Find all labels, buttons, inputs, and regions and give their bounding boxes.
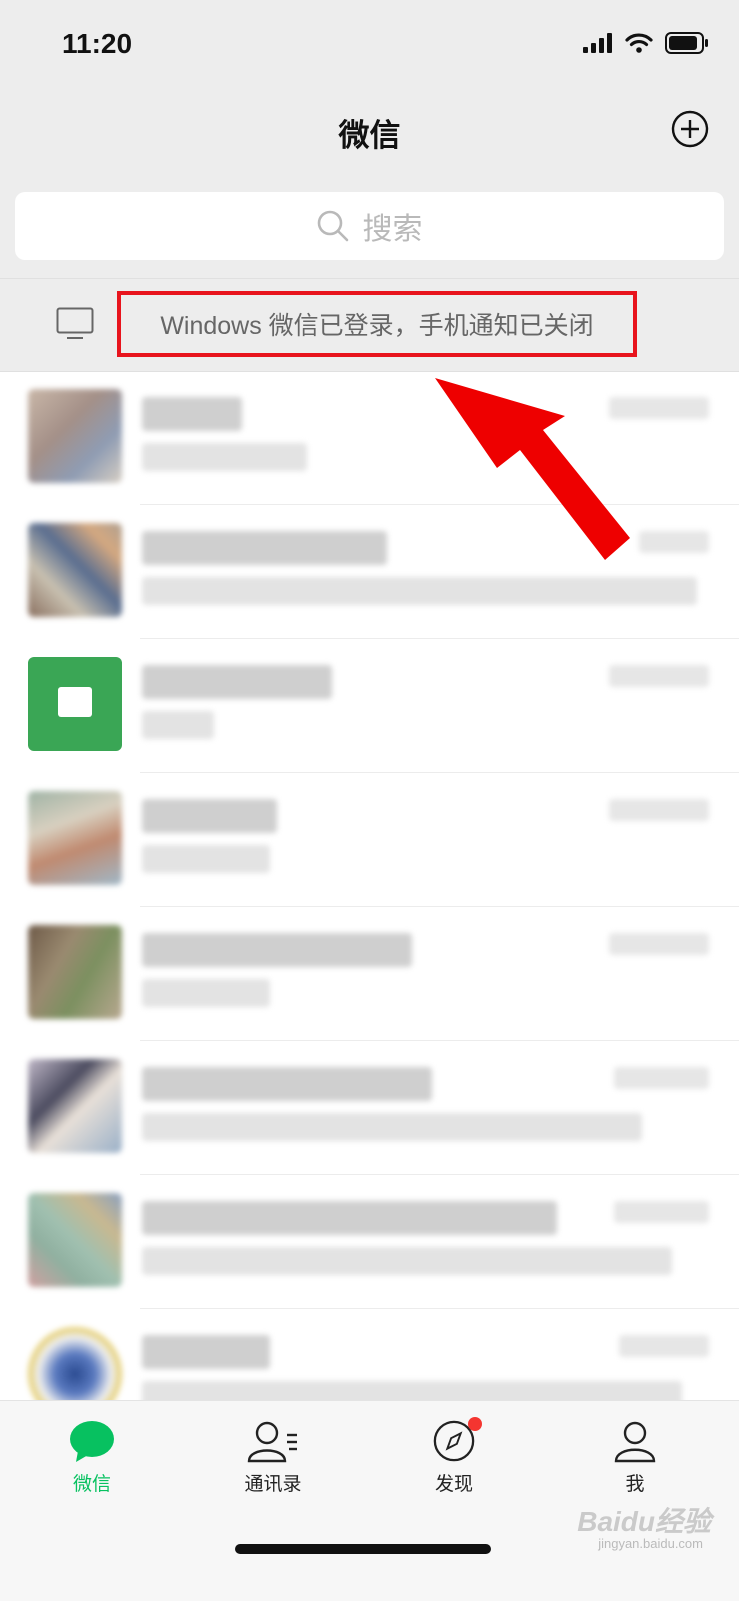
- add-plus-icon[interactable]: [671, 110, 709, 148]
- tab-contacts[interactable]: 通讯录: [203, 1419, 343, 1496]
- status-icons: [583, 32, 709, 54]
- home-indicator[interactable]: [235, 1544, 491, 1554]
- chat-bubble-icon: [70, 1421, 114, 1462]
- red-arrow-annotation: [435, 378, 630, 560]
- top-bar: 11:20 微信 搜索: [0, 0, 739, 278]
- tab-label: 通讯录: [244, 1474, 302, 1495]
- monitor-icon: [56, 307, 94, 339]
- tab-discover[interactable]: 发现: [384, 1417, 524, 1496]
- page-title: 微信: [338, 118, 401, 153]
- person-icon: [614, 1421, 656, 1463]
- highlight-box: Windows 微信已登录，手机通知已关闭: [117, 291, 637, 357]
- chat-row[interactable]: [0, 639, 739, 773]
- chat-preview-placeholder: [142, 1113, 642, 1141]
- chat-name-placeholder: [142, 1335, 270, 1369]
- chat-preview-placeholder: [142, 711, 214, 739]
- wifi-icon: [625, 33, 653, 53]
- avatar: [28, 1059, 122, 1153]
- chat-row[interactable]: [0, 907, 739, 1041]
- avatar: [28, 925, 122, 1019]
- chat-name-placeholder: [142, 933, 412, 967]
- chat-preview-placeholder: [142, 845, 270, 873]
- tab-label: 发现: [434, 1474, 473, 1495]
- chat-time-placeholder: [609, 799, 709, 821]
- chat-time-placeholder: [619, 1335, 709, 1357]
- chat-name-placeholder: [142, 665, 332, 699]
- chat-preview-placeholder: [142, 1247, 672, 1275]
- search-placeholder: 搜索: [362, 213, 423, 246]
- signal-icon: [583, 33, 612, 53]
- chat-time-placeholder: [614, 1067, 709, 1089]
- status-time: 11:20: [62, 28, 133, 59]
- chat-preview-placeholder: [142, 979, 270, 1007]
- tab-chats[interactable]: 微信: [22, 1419, 162, 1496]
- contacts-icon: [247, 1421, 297, 1463]
- chat-preview-placeholder: [142, 443, 307, 471]
- watermark: Baidu经验: [577, 1506, 711, 1537]
- chat-row[interactable]: [0, 773, 739, 907]
- chat-time-placeholder: [609, 933, 709, 955]
- tab-label: 我: [625, 1474, 645, 1495]
- search-icon: [317, 210, 348, 242]
- chat-row[interactable]: [0, 1175, 739, 1309]
- tab-me[interactable]: 我: [565, 1419, 705, 1496]
- banner-text: Windows 微信已登录，手机通知已关闭: [160, 312, 594, 340]
- folder-icon: [58, 687, 92, 717]
- chat-name-placeholder: [142, 1067, 432, 1101]
- avatar: [28, 791, 122, 885]
- chat-name-placeholder: [142, 397, 242, 431]
- watermark-url: jingyan.baidu.com: [598, 1536, 703, 1551]
- chat-row[interactable]: [0, 1041, 739, 1175]
- chat-time-placeholder: [614, 1201, 709, 1223]
- chat-name-placeholder: [142, 799, 277, 833]
- tab-label: 微信: [72, 1474, 111, 1495]
- avatar: [28, 1193, 122, 1287]
- login-status-banner[interactable]: Windows 微信已登录，手机通知已关闭: [0, 278, 739, 372]
- chat-name-placeholder: [142, 531, 387, 565]
- chat-name-placeholder: [142, 1201, 557, 1235]
- chat-time-placeholder: [609, 665, 709, 687]
- search-bar[interactable]: 搜索: [15, 192, 724, 260]
- chat-time-placeholder: [639, 531, 709, 553]
- chat-preview-placeholder: [142, 577, 697, 605]
- badge-dot: [468, 1417, 482, 1431]
- avatar: [28, 657, 122, 751]
- battery-icon: [665, 32, 708, 54]
- avatar: [28, 523, 122, 617]
- avatar: [28, 389, 122, 483]
